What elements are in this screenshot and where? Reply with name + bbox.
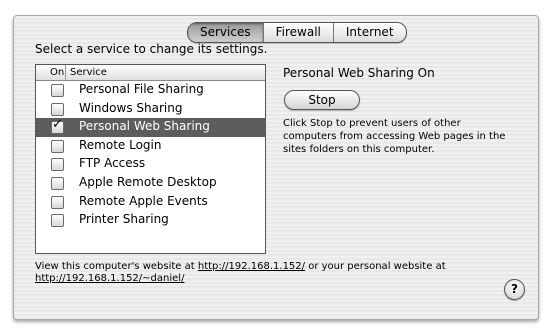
instruction-text: Select a service to change its settings. [35, 42, 268, 56]
service-checkbox[interactable] [51, 139, 64, 153]
computer-website-link[interactable]: http://192.168.1.152/ [198, 261, 305, 272]
services-list[interactable]: On Service Personal File Sharing Windows … [35, 64, 266, 254]
service-checkbox[interactable] [51, 214, 64, 228]
list-item[interactable]: Remote Apple Events [36, 193, 265, 212]
column-header-service[interactable]: Service [66, 65, 107, 80]
service-label: Windows Sharing [79, 100, 183, 115]
tab-internet[interactable]: Internet [334, 23, 406, 42]
help-button[interactable]: ? [504, 279, 525, 300]
stop-button[interactable]: Stop [284, 90, 360, 110]
checkmark-icon: ✓ [52, 117, 63, 133]
service-checkbox[interactable] [51, 84, 64, 97]
service-description: Click Stop to prevent users of other com… [283, 118, 506, 155]
tab-bar: Services Firewall Internet [187, 22, 407, 43]
list-item[interactable]: Printer Sharing [36, 211, 265, 230]
list-item[interactable]: Windows Sharing [36, 100, 265, 119]
service-label: Apple Remote Desktop [79, 174, 217, 189]
tab-services[interactable]: Services [188, 23, 264, 42]
service-label: Remote Login [79, 137, 162, 152]
service-checkbox[interactable] [51, 102, 64, 116]
footer-text-1: View this computer's website at [35, 261, 198, 272]
service-checkbox[interactable] [51, 158, 64, 172]
service-label: Remote Apple Events [79, 193, 208, 208]
list-item[interactable]: FTP Access [36, 155, 265, 174]
list-item[interactable]: Personal File Sharing [36, 81, 265, 100]
list-item[interactable]: ✓ Personal Web Sharing [36, 118, 265, 137]
service-label: FTP Access [79, 156, 146, 171]
personal-website-link[interactable]: http://192.168.1.152/~daniel/ [35, 273, 184, 284]
service-checkbox[interactable] [51, 195, 64, 209]
list-item[interactable]: Apple Remote Desktop [36, 174, 265, 193]
column-header-on[interactable]: On [36, 65, 66, 80]
tab-firewall[interactable]: Firewall [264, 23, 334, 42]
service-status: Personal Web Sharing On [283, 66, 435, 80]
list-header: On Service [36, 65, 265, 81]
list-item[interactable]: Remote Login [36, 137, 265, 156]
service-checkbox[interactable]: ✓ [51, 117, 64, 135]
service-label: Printer Sharing [79, 212, 169, 227]
service-label: Personal Web Sharing [79, 119, 210, 134]
website-info: View this computer's website at http://1… [35, 261, 505, 285]
footer-text-2: or your personal website at [305, 261, 446, 272]
service-label: Personal File Sharing [79, 82, 204, 96]
service-checkbox[interactable] [51, 176, 64, 190]
